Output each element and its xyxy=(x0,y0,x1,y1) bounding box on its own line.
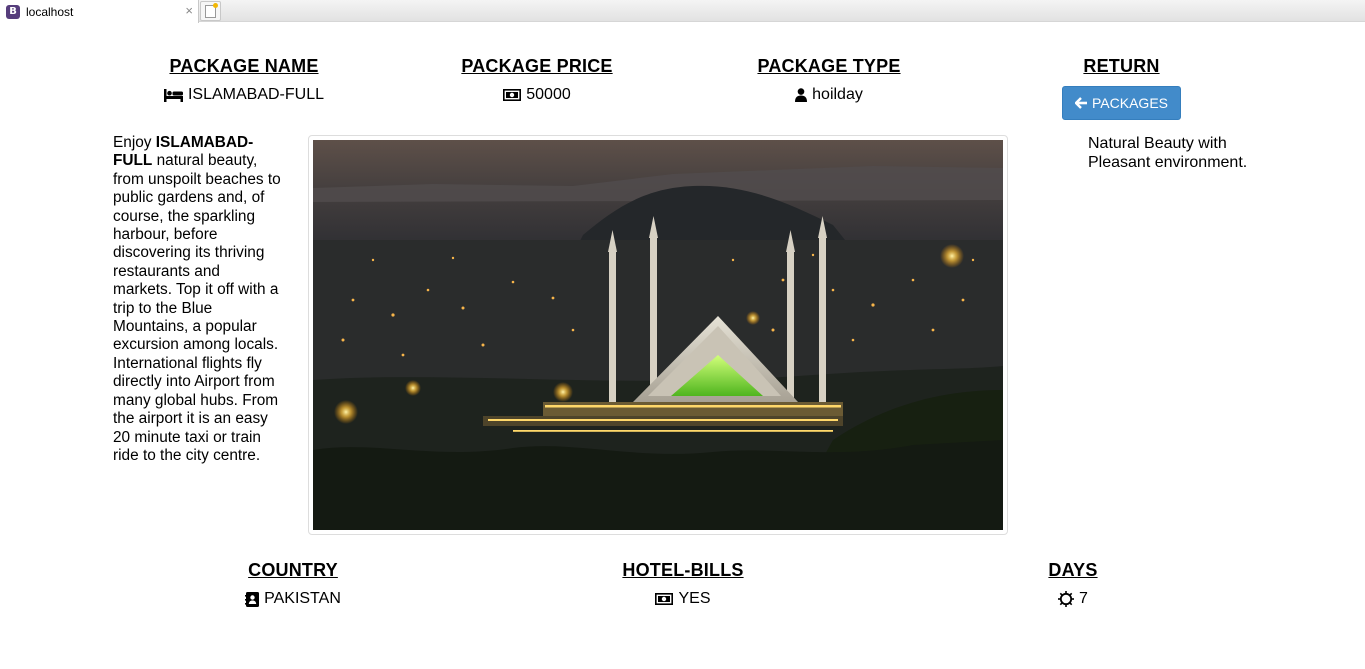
return-block: RETURN PACKAGES xyxy=(1062,56,1181,120)
package-price-block: PACKAGE PRICE 50000 xyxy=(437,56,637,104)
mosque-night-photo xyxy=(313,140,1003,530)
package-type-block: PACKAGE TYPE hoilday xyxy=(729,56,929,104)
packages-button[interactable]: PACKAGES xyxy=(1062,86,1181,120)
package-type-heading: PACKAGE TYPE xyxy=(757,56,901,76)
hotel-bills-heading: HOTEL-BILLS xyxy=(622,560,744,580)
arrow-left-icon xyxy=(1075,97,1087,109)
packages-button-label: PACKAGES xyxy=(1092,95,1168,111)
package-name-value-row: ISLAMABAD-FULL xyxy=(144,86,344,104)
package-description: Enjoy ISLAMABAD-FULL natural beauty, fro… xyxy=(113,134,283,465)
package-name-heading: PACKAGE NAME xyxy=(169,56,319,76)
bed-icon xyxy=(163,88,183,102)
package-price-heading: PACKAGE PRICE xyxy=(461,56,613,76)
days-value-row: 7 xyxy=(973,590,1173,608)
days-block: DAYS 7 xyxy=(973,560,1173,608)
country-value-row: PAKISTAN xyxy=(193,590,393,608)
return-heading: RETURN xyxy=(1083,56,1160,76)
close-tab-icon[interactable]: × xyxy=(185,3,193,18)
user-icon xyxy=(795,88,808,102)
package-name-block: PACKAGE NAME ISLAMABAD-FULL xyxy=(144,56,344,104)
new-tab-button[interactable] xyxy=(200,1,221,21)
new-document-icon xyxy=(205,2,218,18)
sun-icon xyxy=(1058,591,1075,607)
browser-tab-strip: B localhost × xyxy=(0,0,1365,23)
money-icon xyxy=(655,593,674,605)
contact-book-icon xyxy=(245,591,260,607)
package-price-value-row: 50000 xyxy=(437,86,637,104)
days-value: 7 xyxy=(1079,590,1088,607)
money-icon xyxy=(503,89,522,101)
days-heading: DAYS xyxy=(1048,560,1098,580)
package-photo-frame xyxy=(308,135,1008,535)
package-type-value: hoilday xyxy=(812,86,863,103)
tab-title: localhost xyxy=(26,4,74,19)
bootstrap-favicon-icon: B xyxy=(6,4,20,19)
package-side-note: Natural Beauty with Pleasant environment… xyxy=(1088,135,1248,171)
description-intro: Enjoy xyxy=(113,134,156,151)
country-heading: COUNTRY xyxy=(248,560,338,580)
country-value: PAKISTAN xyxy=(264,590,341,607)
country-block: COUNTRY PAKISTAN xyxy=(193,560,393,608)
package-type-value-row: hoilday xyxy=(729,86,929,104)
package-name-value: ISLAMABAD-FULL xyxy=(187,86,325,103)
hotel-bills-value: YES xyxy=(678,590,711,607)
package-price-value: 50000 xyxy=(526,86,571,103)
package-photo xyxy=(313,140,1003,530)
browser-tab[interactable]: B localhost × xyxy=(0,0,199,23)
hotel-bills-value-row: YES xyxy=(583,590,783,608)
description-body: natural beauty, from unspoilt beaches to… xyxy=(113,152,281,464)
hotel-bills-block: HOTEL-BILLS YES xyxy=(583,560,783,608)
